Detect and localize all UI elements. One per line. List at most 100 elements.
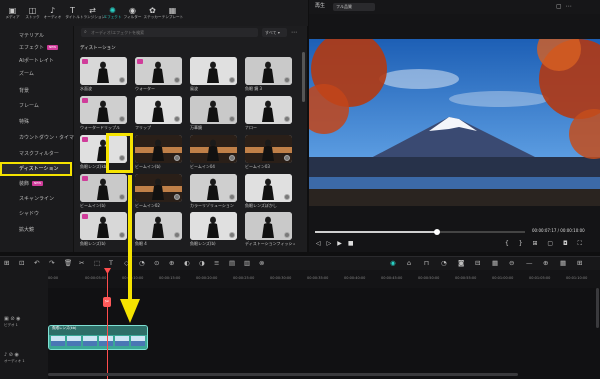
premium-badge-icon xyxy=(137,59,143,64)
timeline-view-icon[interactable]: ◔ xyxy=(441,258,447,268)
timeline-tool-icon[interactable]: ⊕ xyxy=(169,258,174,268)
effect-tile[interactable] xyxy=(135,174,182,202)
sidebar-item[interactable]: 装飾 NEW xyxy=(0,178,72,190)
sidebar-item[interactable]: ズーム xyxy=(0,68,72,80)
timeline-tool-icon[interactable]: ▥ xyxy=(244,258,250,268)
download-icon[interactable] xyxy=(174,155,180,161)
preview-tools[interactable]: { } ⊞ ▢ ◘ ⛶ xyxy=(505,240,586,248)
download-icon[interactable] xyxy=(284,77,290,83)
panel-scrollbar[interactable] xyxy=(302,52,305,102)
sidebar-item[interactable]: 拡大鏡 xyxy=(0,224,72,236)
effect-tile[interactable] xyxy=(245,174,292,202)
more-options-icon[interactable]: ⋯ xyxy=(291,28,297,37)
effect-tile[interactable] xyxy=(190,174,237,202)
timeline-tool-icon[interactable]: ⬚ xyxy=(94,258,100,268)
preview-progress-knob[interactable] xyxy=(433,229,440,235)
sidebar-item[interactable]: 背景 xyxy=(0,85,72,97)
timeline-view-icon[interactable]: ◉ xyxy=(390,258,396,268)
timeline-view-icon[interactable]: ▦ xyxy=(560,258,566,268)
sidebar-item[interactable]: カウントダウン・タイマー xyxy=(0,132,79,144)
sidebar-item[interactable]: フレーム xyxy=(0,100,72,112)
toolbar-tab-0[interactable]: ▣ メディア xyxy=(3,0,22,26)
sidebar-item[interactable]: AIポートレイト xyxy=(0,55,72,67)
toolbar-tab-2[interactable]: ♪ オーディオ xyxy=(43,0,62,26)
timeline-tool-icon[interactable]: ⊞ xyxy=(4,258,9,268)
toolbar-tab-1[interactable]: ◫ ストック xyxy=(23,0,42,26)
toolbar-tab-6[interactable]: ◉ フィルター xyxy=(123,0,142,26)
timeline-tool-icon[interactable]: T xyxy=(109,258,113,268)
effect-tile[interactable] xyxy=(190,57,237,85)
timeline-tool-icon[interactable]: ◑ xyxy=(199,258,205,268)
toolbar-tab-4[interactable]: ⇄ トランジション xyxy=(80,0,105,26)
effect-tile[interactable] xyxy=(135,212,182,240)
effect-tile[interactable] xyxy=(135,57,182,85)
effect-tile[interactable] xyxy=(190,212,237,240)
quality-dropdown[interactable]: フル品質 xyxy=(333,3,375,11)
timeline-view-icon[interactable]: ⊞ xyxy=(577,258,582,268)
timeline-tool-icon[interactable]: ⊙ xyxy=(154,258,159,268)
download-icon[interactable] xyxy=(174,116,180,122)
timeline-view-icon[interactable]: ⊟ xyxy=(475,258,480,268)
download-icon[interactable] xyxy=(229,77,235,83)
timeline-tool-icon[interactable]: ≡ xyxy=(214,258,219,268)
timeline-tool-icon[interactable]: ⊡ xyxy=(19,258,24,268)
timeline-view-icon[interactable]: ◙ xyxy=(458,258,464,268)
search-input[interactable]: オーディオ/エフェクトを検索 xyxy=(81,28,258,37)
preview-window-icons[interactable]: ▢⋯ xyxy=(556,2,576,11)
timeline-view-icon[interactable]: ⌂ xyxy=(407,258,411,268)
download-icon[interactable] xyxy=(229,232,235,238)
download-icon[interactable] xyxy=(229,155,235,161)
sidebar-item[interactable]: 特殊 xyxy=(0,116,72,128)
effect-tile[interactable] xyxy=(135,135,182,163)
effect-tile[interactable] xyxy=(245,212,292,240)
download-icon[interactable] xyxy=(284,116,290,122)
timeline-view-icon[interactable]: ⊖ xyxy=(509,258,514,268)
download-icon[interactable] xyxy=(284,232,290,238)
timeline-tool-icon[interactable]: 🗑 xyxy=(64,258,72,268)
sidebar-item[interactable]: マテリアル xyxy=(0,30,72,42)
effect-tile[interactable] xyxy=(80,96,127,124)
toolbar-tab-8[interactable]: ▦ テンプレート xyxy=(162,0,183,26)
download-icon[interactable] xyxy=(284,194,290,200)
download-icon[interactable] xyxy=(229,194,235,200)
sidebar-item[interactable]: スキャンライン xyxy=(0,193,72,205)
sidebar-item[interactable]: エフェクト NEW xyxy=(0,42,72,54)
timeline-tool-icon[interactable]: ↷ xyxy=(49,258,54,268)
timeline-vertical-scrollbar[interactable] xyxy=(596,288,599,328)
effect-tile[interactable] xyxy=(190,135,237,163)
download-icon[interactable] xyxy=(174,194,180,200)
download-icon[interactable] xyxy=(174,77,180,83)
timeline-view-icon[interactable]: ⊓ xyxy=(424,258,429,268)
timeline-view-icon[interactable]: ⊕ xyxy=(543,258,548,268)
download-icon[interactable] xyxy=(119,77,125,83)
timeline-view-icon[interactable]: ▦ xyxy=(492,258,498,268)
download-icon[interactable] xyxy=(174,232,180,238)
download-icon[interactable] xyxy=(229,116,235,122)
timeline-tool-icon[interactable]: ✂ xyxy=(79,258,84,268)
toolbar-tab-5[interactable]: ✺ エフェクト xyxy=(103,0,122,26)
effect-tile[interactable] xyxy=(245,96,292,124)
playback-controls[interactable]: ◁▷▶■ xyxy=(316,240,360,247)
sort-dropdown[interactable]: すべて ▾ xyxy=(262,28,287,37)
timeline-horizontal-scrollbar[interactable] xyxy=(48,373,518,376)
toolbar-tab-7[interactable]: ✿ ステッカー xyxy=(143,0,162,26)
timeline-view-icon[interactable]: — xyxy=(526,258,533,268)
track-audio-1[interactable]: ♪ ⊘ ◉ オーディオ 1 xyxy=(4,352,52,364)
effect-tile[interactable] xyxy=(135,96,182,124)
split-icon[interactable]: ✂ xyxy=(103,297,111,307)
timeline-tool-icon[interactable]: ▤ xyxy=(229,258,235,268)
timeline-tool-icon[interactable]: ◐ xyxy=(184,258,190,268)
timeline-tool-icon[interactable]: ⊗ xyxy=(259,258,264,268)
sidebar-item[interactable]: マスクフィルター xyxy=(0,148,72,160)
timeline-tool-icon[interactable]: ↶ xyxy=(34,258,39,268)
download-icon[interactable] xyxy=(119,116,125,122)
playhead[interactable] xyxy=(107,270,108,379)
track-video-1[interactable]: ▣ ⊘ ◉ ビデオ 1 xyxy=(4,316,52,328)
download-icon[interactable] xyxy=(284,155,290,161)
toolbar-tab-3[interactable]: T タイトル xyxy=(63,0,82,26)
effect-tile[interactable] xyxy=(245,57,292,85)
sidebar-item[interactable]: シャドウ xyxy=(0,208,72,220)
effect-tile[interactable] xyxy=(190,96,237,124)
effect-tile[interactable] xyxy=(245,135,292,163)
effect-tile[interactable] xyxy=(80,57,127,85)
